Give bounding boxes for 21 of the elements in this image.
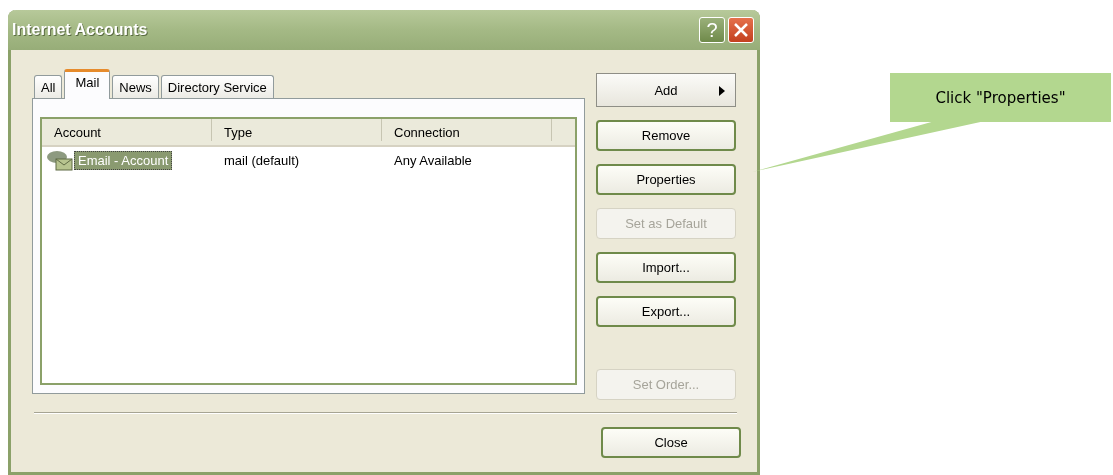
tab[interactable]: News [112,75,159,98]
callout: Click "Properties" [890,73,1111,122]
column-header[interactable]: Connection [382,119,552,141]
dialog-button[interactable]: Properties [596,164,736,195]
dialog-button[interactable]: Export... [596,296,736,327]
table-cell-text: mail (default) [223,152,301,168]
window-title: Internet Accounts [12,21,149,39]
tab[interactable]: All [34,75,63,98]
column-header[interactable]: Account [42,119,212,141]
dialog-button[interactable]: Remove [596,120,736,151]
caret-icon [719,86,725,96]
close-icon [734,23,748,37]
table-cell-text: Any Available [393,152,473,168]
close-button[interactable] [728,17,754,43]
tab[interactable]: Directory Service [160,75,274,98]
dialog-button[interactable]: Close [601,427,741,458]
dialog-button[interactable]: Import... [596,252,736,283]
column-header[interactable]: Type [212,119,382,141]
mail-account-icon [46,149,74,171]
tab[interactable]: Mail [64,69,111,99]
add-menu-button[interactable]: Add [596,73,736,107]
